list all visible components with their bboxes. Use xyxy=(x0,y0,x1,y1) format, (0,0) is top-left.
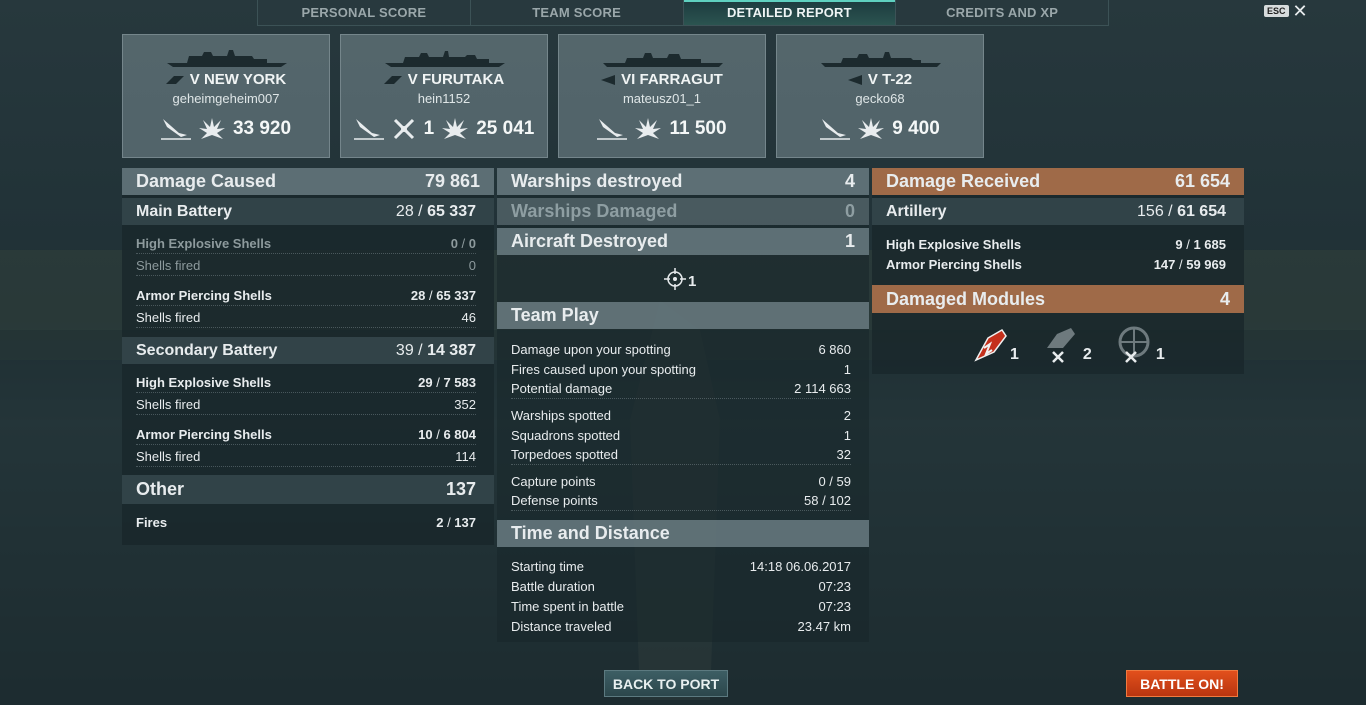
stat-row: Distance traveled 23.47 km xyxy=(511,618,851,634)
tab-personal-score[interactable]: PERSONAL SCORE xyxy=(258,0,471,25)
cruiser-class-icon xyxy=(383,76,402,85)
stat-row: Defense points 58 / 102 xyxy=(511,491,851,511)
tab-bar: PERSONAL SCORE TEAM SCORE DETAILED REPOR… xyxy=(257,0,1109,26)
received-he-row: High Explosive Shells 9 / 1 685 xyxy=(886,236,1226,252)
aircraft-destroyed-row: Aircraft Destroyed 1 xyxy=(497,228,869,255)
ship-card-4[interactable]: V T-22 gecko68 9 400 xyxy=(776,34,984,158)
secondary-he-fired-row: Shells fired 352 xyxy=(136,395,476,415)
stat-row: Battle duration 07:23 xyxy=(511,578,851,594)
time-distance-header: Time and Distance xyxy=(497,520,869,547)
ship-stats: 1 25 041 xyxy=(341,117,547,141)
ship-silhouette-icon xyxy=(167,50,287,67)
stat-row: Fires caused upon your spotting 1 xyxy=(511,361,851,377)
aa-gun-destroyed-icon xyxy=(1118,326,1150,363)
player-name: geheimgeheim007 xyxy=(172,91,280,106)
aircraft-kill-indicator: 1 xyxy=(664,268,696,290)
turret-destroyed-icon xyxy=(1046,328,1075,363)
player-name: hein1152 xyxy=(417,91,471,106)
destroyer-class-icon xyxy=(601,75,616,86)
damaged-modules-header: Damaged Modules 4 xyxy=(872,285,1244,313)
stat-row: Potential damage 2 114 663 xyxy=(511,379,851,399)
secondary-ap-row: Armor Piercing Shells 10 / 6 804 xyxy=(136,425,476,445)
crosshair-icon xyxy=(664,268,686,290)
damage-burst-icon xyxy=(635,118,662,139)
main-battery-header: Main Battery 28 / 65 337 xyxy=(122,198,494,225)
damage-caused-panel: Damage Caused 79 861 Main Battery 28 / 65 … xyxy=(122,168,494,545)
main-he-fired-row: Shells fired 0 xyxy=(136,256,476,276)
ship-silhouette-icon xyxy=(385,51,505,67)
damaged-modules-list: 1 2 1 xyxy=(968,324,1165,364)
stat-row: Torpedoes spotted 32 xyxy=(511,445,851,465)
battle-on-button[interactable]: BATTLE ON! xyxy=(1126,670,1238,697)
stat-row: Squadrons spotted 1 xyxy=(511,427,851,443)
ship-sunk-icon xyxy=(597,119,628,140)
damage-burst-icon xyxy=(442,118,469,139)
battleship-class-icon xyxy=(165,76,184,85)
module-engine: 1 xyxy=(968,324,1019,364)
tab-team-score[interactable]: TEAM SCORE xyxy=(471,0,684,25)
ship-name: V T-22 xyxy=(777,71,983,88)
ship-silhouette-icon xyxy=(821,52,941,67)
ship-stats: 33 920 xyxy=(123,117,329,141)
tab-credits-and-xp[interactable]: CREDITS AND XP xyxy=(896,0,1108,25)
destroyer-class-icon xyxy=(847,75,862,86)
player-name: gecko68 xyxy=(855,91,905,106)
stat-row: Time spent in battle 07:23 xyxy=(511,598,851,614)
stat-row: Damage upon your spotting 6 860 xyxy=(511,341,851,357)
ship-name: VI FARRAGUT xyxy=(559,71,765,88)
ship-card-1[interactable]: V NEW YORK geheimgeheim007 33 920 xyxy=(122,34,330,158)
ship-card-2[interactable]: V FURUTAKA hein1152 1 25 041 xyxy=(340,34,548,158)
close-icon: ✕ xyxy=(1292,1,1308,21)
ship-sunk-icon xyxy=(160,119,191,140)
damage-received-header: Damage Received 61 654 xyxy=(872,168,1244,195)
tab-detailed-report[interactable]: DETAILED REPORT xyxy=(683,0,897,25)
damage-caused-header: Damage Caused 79 861 xyxy=(122,168,494,195)
ship-card-3[interactable]: VI FARRAGUT mateusz01_1 11 500 xyxy=(558,34,766,158)
ship-stats: 11 500 xyxy=(559,117,765,141)
esc-key-label: ESC xyxy=(1264,5,1289,17)
secondary-battery-header: Secondary Battery 39 / 14 387 xyxy=(122,337,494,364)
other-header: Other 137 xyxy=(122,475,494,504)
main-he-row: High Explosive Shells 0 / 0 xyxy=(136,234,476,254)
module-turret: 2 xyxy=(1041,324,1092,364)
secondary-ap-fired-row: Shells fired 114 xyxy=(136,447,476,467)
main-ap-row: Armor Piercing Shells 28 / 65 337 xyxy=(136,286,476,306)
player-name: mateusz01_1 xyxy=(622,91,702,106)
received-ap-row: Armor Piercing Shells 147 / 59 969 xyxy=(886,256,1226,272)
ship-name: V NEW YORK xyxy=(123,71,329,88)
ship-silhouette-icon xyxy=(603,53,723,67)
module-aa-gun: 1 xyxy=(1114,324,1165,364)
damage-burst-icon xyxy=(858,118,885,139)
team-play-header: Team Play xyxy=(497,302,869,329)
battle-summary-panel: Warships destroyed 4 Warships Damaged 0 Ai… xyxy=(497,168,869,642)
plane-shot-icon xyxy=(393,118,414,140)
secondary-he-row: High Explosive Shells 29 / 7 583 xyxy=(136,373,476,393)
fires-row: Fires 2 / 137 xyxy=(136,514,476,530)
ship-name: V FURUTAKA xyxy=(341,71,547,88)
back-to-port-button[interactable]: BACK TO PORT xyxy=(604,670,728,697)
ship-stats: 9 400 xyxy=(777,117,983,141)
ship-sunk-icon xyxy=(820,119,851,140)
stat-row: Warships spotted 2 xyxy=(511,407,851,423)
damage-burst-icon xyxy=(198,118,225,139)
stat-row: Capture points 0 / 59 xyxy=(511,473,851,489)
ship-sunk-icon xyxy=(353,119,384,140)
stat-row: Starting time 14:18 06.06.2017 xyxy=(511,558,851,574)
close-button[interactable]: ESC ✕ xyxy=(1264,1,1308,21)
warships-destroyed-row: Warships destroyed 4 xyxy=(497,168,869,195)
warships-damaged-row: Warships Damaged 0 xyxy=(497,198,869,225)
main-ap-fired-row: Shells fired 46 xyxy=(136,308,476,328)
engine-damaged-icon xyxy=(974,329,1007,362)
artillery-header: Artillery 156 / 61 654 xyxy=(872,198,1244,225)
